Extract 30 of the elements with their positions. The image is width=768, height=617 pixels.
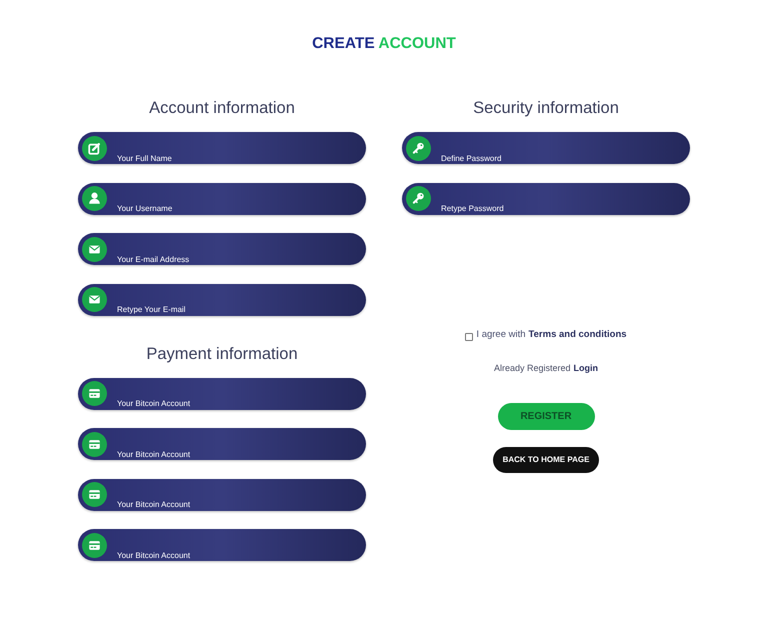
edit-icon — [82, 136, 107, 160]
checkbox[interactable] — [465, 333, 474, 341]
password-field[interactable]: Define Password — [402, 132, 690, 164]
page-title: CREATE ACCOUNT — [312, 34, 456, 54]
email-field[interactable]: Retype Your E-mail — [78, 284, 366, 316]
login-link[interactable]: Login — [574, 362, 598, 376]
section-heading: Security information — [473, 98, 619, 119]
key-icon — [406, 186, 431, 211]
email-field[interactable]: Your E-mail Address — [78, 233, 366, 265]
bitcoin-account-field[interactable]: Your Bitcoin Account — [78, 378, 366, 410]
card-icon — [82, 482, 107, 507]
agree-label: I agree with — [476, 328, 526, 342]
section-heading: Payment information — [145, 344, 299, 364]
terms-link[interactable]: Terms and conditions — [528, 328, 627, 343]
username-field[interactable]: Your Username — [78, 182, 366, 214]
key-icon — [406, 136, 431, 160]
section-heading: Account information — [148, 98, 296, 119]
password-field[interactable]: Retype Password — [402, 182, 690, 214]
home-page-button[interactable]: BACK TO HOME PAGE — [493, 446, 599, 472]
bitcoin-account-field[interactable]: Your Bitcoin Account — [78, 478, 366, 510]
card-icon — [82, 381, 107, 406]
bitcoin-account-field[interactable]: Your Bitcoin Account — [78, 529, 366, 561]
bitcoin-account-field[interactable]: Your Bitcoin Account — [78, 428, 366, 460]
envelope-icon — [82, 236, 107, 262]
already-registered-label: Already Registered — [494, 362, 571, 375]
envelope-icon — [82, 287, 107, 312]
card-icon — [82, 532, 107, 558]
card-icon — [82, 432, 107, 456]
user-icon — [82, 186, 107, 211]
name-field[interactable]: Your Full Name — [78, 132, 366, 164]
